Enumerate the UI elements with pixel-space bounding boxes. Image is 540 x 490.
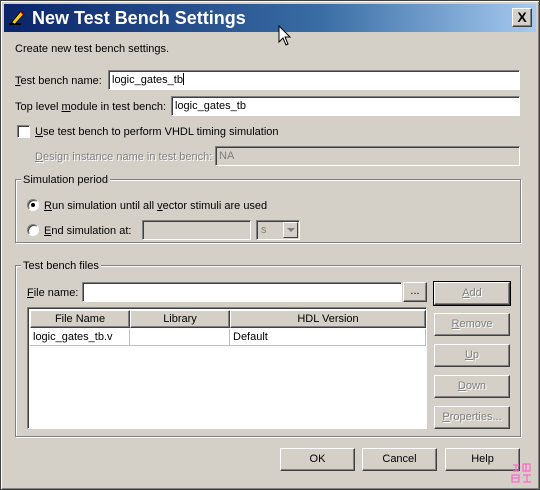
column-header-file-name[interactable]: File Name (30, 310, 130, 328)
column-header-hdl-version[interactable]: HDL Version (230, 310, 426, 328)
design-instance-label: Design instance name in test bench: (35, 151, 213, 163)
file-name-cell: logic_gates_tb.v (30, 329, 130, 346)
help-button[interactable]: Help (445, 448, 520, 471)
cancel-button[interactable]: Cancel (362, 448, 437, 471)
window-title: New Test Bench Settings (32, 8, 246, 28)
file-name-input[interactable] (82, 282, 402, 302)
test-bench-files-title: Test bench files (21, 259, 101, 273)
simulation-period-title: Simulation period (21, 173, 110, 187)
up-button[interactable]: Up (434, 344, 510, 367)
browse-button[interactable]: ... (403, 282, 427, 302)
files-list-view[interactable]: File Name Library HDL Version logic_gate… (27, 307, 427, 429)
end-simulation-at-label: End simulation at: (44, 225, 132, 237)
pencil-icon (9, 10, 25, 26)
close-button[interactable]: X (512, 8, 532, 27)
run-until-stimuli-radio[interactable] (27, 199, 39, 211)
vhdl-timing-checkbox[interactable] (17, 125, 30, 138)
library-cell (130, 329, 230, 346)
time-unit-value: s (261, 224, 267, 236)
chevron-down-icon[interactable] (283, 222, 298, 238)
design-instance-input[interactable]: NA (215, 146, 520, 166)
mouse-cursor-icon (278, 25, 292, 46)
properties-button[interactable]: Properties... (434, 406, 510, 429)
title-bar[interactable]: New Test Bench Settings X (4, 4, 536, 32)
file-name-label: File name: (27, 287, 79, 299)
down-button[interactable]: Down (434, 375, 510, 398)
table-row[interactable]: logic_gates_tb.v Default (30, 329, 426, 346)
hdl-version-cell: Default (230, 329, 426, 346)
remove-button[interactable]: Remove (434, 313, 510, 336)
test-bench-name-label: Test bench name: (15, 75, 102, 87)
intro-text: Create new test bench settings. (15, 43, 170, 55)
column-header-library[interactable]: Library (130, 310, 230, 328)
vhdl-timing-label: Use test bench to perform VHDL timing si… (35, 126, 279, 138)
time-unit-select[interactable]: s (256, 220, 300, 240)
new-test-bench-settings-dialog: New Test Bench Settings X Create new tes… (0, 0, 540, 490)
run-until-stimuli-label: Run simulation until all vector stimuli … (44, 200, 268, 212)
end-simulation-at-radio[interactable] (27, 224, 39, 236)
top-level-module-label: Top level module in test bench: (15, 101, 167, 113)
watermark-logo (511, 463, 531, 483)
test-bench-name-input[interactable]: logic_gates_tb (108, 70, 520, 90)
end-simulation-time-input[interactable] (142, 220, 251, 240)
close-icon: X (517, 9, 527, 25)
top-level-module-input[interactable]: logic_gates_tb (171, 96, 520, 116)
files-list-header: File Name Library HDL Version (30, 310, 426, 328)
add-button[interactable]: Add (433, 281, 511, 306)
text-caret (182, 73, 184, 85)
ok-button[interactable]: OK (280, 448, 355, 471)
